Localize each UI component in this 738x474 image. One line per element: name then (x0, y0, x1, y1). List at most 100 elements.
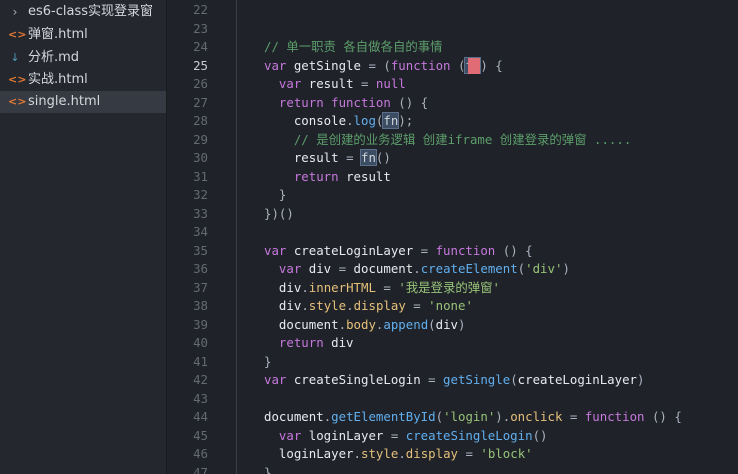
code-text: return result (264, 168, 391, 187)
line-number: 36 (193, 261, 208, 276)
file-item[interactable]: <> single.html (0, 91, 166, 113)
code-text: } (264, 353, 271, 372)
code-token: onclick (510, 409, 570, 424)
line-number: 29 (193, 131, 208, 147)
code-line[interactable]: 32 } (167, 186, 738, 205)
code-line[interactable]: 26 var result = null (167, 75, 738, 94)
file-explorer: › es6-class实现登录窗 <> 弹窗.html ↓ 分析.md <> 实战.html <… (0, 0, 167, 474)
code-token: div (331, 335, 354, 350)
code-line[interactable]: 36 var div = document.createElement('div… (167, 260, 738, 279)
code-token: 'none' (428, 298, 473, 313)
code-token: () (532, 427, 548, 443)
code-token: function (584, 409, 652, 424)
code-line[interactable]: 28 console.log(fn); (167, 112, 738, 131)
code-line[interactable]: 39 document.body.append(div) (167, 316, 738, 335)
code-token: . (346, 113, 354, 128)
code-line[interactable]: 44 document.getElementById('login').oncli… (167, 408, 738, 427)
code-line[interactable]: 31 return result (167, 168, 738, 187)
code-text: var createLoginLayer = function () { (264, 242, 533, 261)
code-line[interactable]: 33})() (167, 205, 738, 224)
code-line[interactable]: 34 (167, 223, 738, 242)
code-token: div (308, 261, 339, 276)
code-token: = (420, 242, 436, 258)
code-token: createElement (420, 261, 518, 276)
file-item-label: es6-class实现登录窗 (28, 4, 154, 19)
line-number: 46 (193, 446, 208, 461)
code-text: } (264, 186, 286, 205)
code-token: ) (637, 372, 645, 387)
code-token: () (375, 150, 391, 165)
line-number: 32 (193, 187, 208, 202)
code-comment: // 单一职责 各自做各自的事情 (264, 39, 443, 54)
line-number: 39 (193, 316, 208, 332)
code-line[interactable]: 29 // 是创建的业务逻辑 创建iframe 创建登录的弹窗 ..... (167, 131, 738, 150)
code-token: = (346, 150, 361, 165)
code-text: })() (264, 205, 294, 224)
code-text: console.log(fn); (264, 112, 413, 131)
code-line[interactable]: 41} (167, 353, 738, 372)
file-item[interactable]: <> 实战.html (0, 69, 166, 91)
file-item-label: 实战.html (28, 72, 88, 87)
code-token: () { (398, 94, 429, 110)
code-editor[interactable]: 22 23 24 // 单一职责 各自做各自的事情 25 var getSingle = … (167, 0, 738, 474)
code-token: loginLayer (308, 427, 391, 443)
code-text: return div (264, 334, 354, 353)
code-text: } (264, 464, 271, 474)
code-token: fn (359, 149, 377, 166)
code-text: // 单一职责 各自做各自的事情 (264, 38, 443, 57)
code-line[interactable]: 22 (167, 1, 738, 20)
code-token: document (353, 261, 414, 276)
line-number: 43 (193, 390, 208, 406)
file-item[interactable]: <> 弹窗.html (0, 24, 166, 46)
code-token: = (390, 427, 406, 443)
code-line[interactable]: 24 // 单一职责 各自做各自的事情 (167, 38, 738, 57)
line-number: 25 (193, 57, 208, 73)
code-token: div (435, 316, 459, 332)
code-token: document (264, 409, 324, 424)
code-token: } (264, 187, 287, 202)
line-number: 35 (193, 242, 208, 258)
code-token: var (264, 427, 309, 443)
code-text: var getSingle = (function (fn) { (264, 56, 503, 76)
html-file-icon: <> (8, 73, 27, 86)
code-line[interactable]: 25 var getSingle = (function (fn) { (167, 56, 738, 76)
code-token: display (405, 446, 466, 461)
code-token: style (361, 446, 399, 461)
code-line[interactable]: 47} (167, 464, 738, 474)
code-token: = (428, 372, 444, 387)
file-item[interactable]: ↓ 分析.md (0, 47, 166, 69)
code-text: div.style.display = 'none' (264, 297, 473, 316)
code-token: return function (264, 94, 399, 110)
code-token: ); (398, 113, 414, 128)
folder-item[interactable]: › es6-class实现登录窗 (0, 1, 166, 23)
code-token: createSingleLogin (405, 427, 533, 443)
code-token: 'login' (443, 409, 496, 424)
code-line[interactable]: 42 var createSingleLogin = getSingle(crea… (167, 371, 738, 390)
file-item-label: 分析.md (28, 50, 80, 65)
code-token: var (264, 261, 309, 276)
line-number: 27 (193, 94, 208, 110)
code-line[interactable]: 35 var createLoginLayer = function () { (167, 242, 738, 261)
code-token: ) (562, 261, 570, 276)
code-token: getSingle (443, 372, 511, 387)
code-line[interactable]: 37 div.innerHTML = '我是登录的弹窗' (167, 279, 738, 298)
line-number: 31 (193, 168, 208, 184)
code-token: ). (495, 409, 511, 424)
code-line[interactable]: 40 return div (167, 334, 738, 353)
code-line[interactable]: 27 return function () { (167, 94, 738, 113)
code-line[interactable]: 30 result = fn() (167, 149, 738, 168)
text-cursor (468, 57, 480, 74)
code-token: = (383, 279, 399, 295)
line-number: 28 (193, 113, 208, 128)
code-token: var (264, 242, 294, 258)
code-line[interactable]: 45 var loginLayer = createSingleLogin() (167, 427, 738, 446)
code-token: () { (502, 242, 533, 258)
code-line[interactable]: 43 (167, 390, 738, 409)
code-line[interactable]: 23 (167, 20, 738, 39)
code-text: document.body.append(div) (264, 316, 466, 335)
line-number: 42 (193, 372, 208, 387)
code-line[interactable]: 46 loginLayer.style.display = 'block' (167, 445, 738, 464)
code-token: ( (428, 316, 436, 332)
code-token: . (301, 298, 309, 313)
code-line[interactable]: 38 div.style.display = 'none' (167, 297, 738, 316)
